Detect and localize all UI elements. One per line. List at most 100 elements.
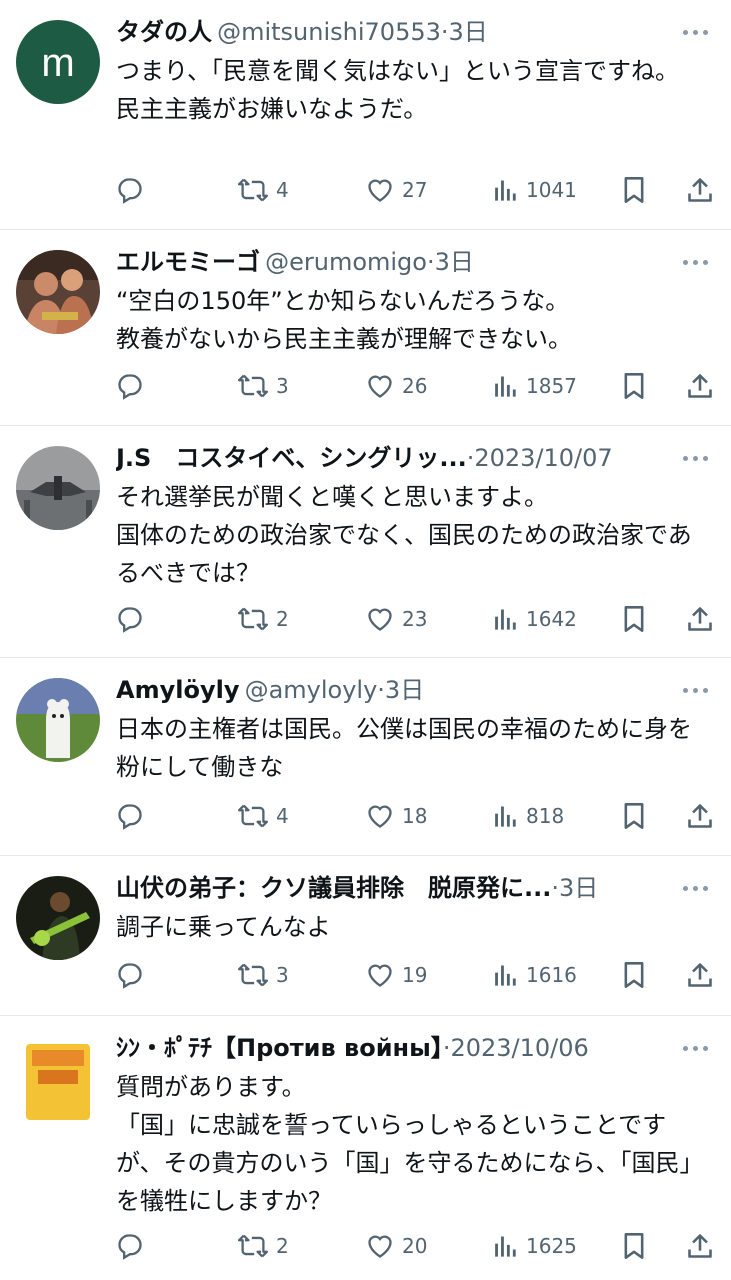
share-button[interactable] [686, 1226, 714, 1266]
reply-icon [118, 607, 142, 633]
display-name[interactable]: タダの人 [116, 18, 212, 46]
display-name[interactable]: Amylöyly [116, 676, 239, 704]
avatar[interactable] [16, 446, 100, 530]
share-button[interactable] [686, 366, 714, 406]
like-button[interactable]: 27 [366, 170, 427, 210]
action-bar: 2 23 1642 [116, 599, 713, 639]
like-button[interactable]: 20 [366, 1226, 427, 1266]
views-button[interactable]: 818 [494, 796, 564, 836]
bookmark-icon [624, 373, 644, 399]
reply-tweet[interactable]: 山伏の弟子：クソ議員排除 脱原発に...·3日 調子に乗ってんなよ 3 19 1… [0, 856, 731, 1016]
reply-icon [118, 963, 142, 989]
retweet-button[interactable]: 4 [238, 170, 289, 210]
views-button[interactable]: 1625 [494, 1226, 577, 1266]
avatar[interactable] [16, 1036, 100, 1120]
share-button[interactable] [686, 955, 714, 995]
share-icon [688, 374, 712, 398]
display-name[interactable]: エルモミーゴ [116, 248, 260, 276]
views-button[interactable]: 1642 [494, 599, 577, 639]
like-button[interactable]: 23 [366, 599, 427, 639]
reply-button[interactable] [116, 366, 144, 406]
retweet-button[interactable]: 2 [238, 1226, 289, 1266]
retweet-button[interactable]: 2 [238, 599, 289, 639]
avatar[interactable] [16, 678, 100, 762]
heart-icon [368, 1235, 392, 1258]
reply-icon [118, 1234, 142, 1260]
user-handle[interactable]: @mitsunishi70553 [217, 18, 441, 46]
share-button[interactable] [686, 796, 714, 836]
retweet-count: 4 [276, 178, 289, 202]
retweet-icon [238, 178, 268, 202]
user-handle[interactable]: @erumomigo [265, 248, 427, 276]
timestamp[interactable]: 3日 [449, 18, 488, 46]
user-handle[interactable]: @amyloyly [245, 676, 378, 704]
bookmark-button[interactable] [622, 599, 646, 639]
reply-tweet[interactable]: J.S コスタイベ、シングリッ...·2023/10/07 それ選挙民が聞くと嘆… [0, 426, 731, 658]
tweet-header: ｼﾝ・ﾎﾟﾃﾁ【Против войны】·2023/10/06 [116, 1032, 661, 1064]
reply-icon [118, 178, 142, 204]
tweet-header: エルモミーゴ @erumomigo·3日 [116, 246, 661, 278]
retweet-button[interactable]: 3 [238, 955, 289, 995]
heart-icon [368, 375, 392, 398]
view-count: 1857 [526, 374, 577, 398]
action-bar: 3 26 1857 [116, 366, 713, 406]
bookmark-button[interactable] [622, 955, 646, 995]
reply-button[interactable] [116, 796, 144, 836]
share-button[interactable] [686, 599, 714, 639]
bookmark-icon [624, 177, 644, 203]
retweet-icon [238, 804, 268, 828]
avatar[interactable] [16, 250, 100, 334]
more-options-icon[interactable] [681, 1032, 711, 1062]
timestamp[interactable]: 2023/10/06 [450, 1034, 588, 1062]
display-name[interactable]: J.S コスタイベ、シングリッ... [116, 444, 467, 472]
avatar[interactable]: m [16, 20, 100, 104]
retweet-count: 2 [276, 1234, 289, 1258]
display-name[interactable]: ｼﾝ・ﾎﾟﾃﾁ【Против войны】 [116, 1034, 443, 1062]
bookmark-icon [624, 606, 644, 632]
view-count: 1041 [526, 178, 577, 202]
reply-tweet[interactable]: エルモミーゴ @erumomigo·3日 “空白の150年”とか知らないんだろう… [0, 230, 731, 426]
reply-tweet[interactable]: m タダの人 @mitsunishi70553·3日 つまり、「民意を聞く気はな… [0, 0, 731, 230]
more-options-icon[interactable] [681, 674, 711, 704]
like-button[interactable]: 26 [366, 366, 427, 406]
reply-icon [118, 804, 142, 830]
timestamp[interactable]: 3日 [385, 676, 424, 704]
tweet-text: 日本の主権者は国民。公僕は国民の幸福のために身を粉にして働きな [116, 715, 692, 781]
reply-tweet[interactable]: ｼﾝ・ﾎﾟﾃﾁ【Против войны】·2023/10/06 質問があります… [0, 1016, 731, 1280]
analytics-icon [495, 376, 516, 397]
reply-button[interactable] [116, 955, 144, 995]
more-options-icon[interactable] [681, 442, 711, 472]
bookmark-button[interactable] [622, 366, 646, 406]
bookmark-button[interactable] [622, 796, 646, 836]
action-bar: 2 20 1625 [116, 1226, 713, 1266]
reply-tweet[interactable]: Amylöyly @amyloyly·3日 日本の主権者は国民。公僕は国民の幸福… [0, 658, 731, 856]
analytics-icon [495, 609, 516, 630]
reply-button[interactable] [116, 599, 144, 639]
avatar[interactable] [16, 876, 100, 960]
like-count: 19 [402, 963, 428, 987]
share-icon [688, 963, 712, 987]
timestamp[interactable]: 3日 [559, 874, 598, 902]
views-button[interactable]: 1041 [494, 170, 577, 210]
more-options-icon[interactable] [681, 246, 711, 276]
like-button[interactable]: 19 [366, 955, 427, 995]
display-name[interactable]: 山伏の弟子：クソ議員排除 脱原発に... [116, 874, 551, 902]
retweet-button[interactable]: 3 [238, 366, 289, 406]
reply-feed: m タダの人 @mitsunishi70553·3日 つまり、「民意を聞く気はな… [0, 0, 731, 1280]
share-icon [688, 1234, 712, 1258]
tweet-text: つまり、「民意を聞く気はない」という宣言ですね。 民主主義がお嫌いなようだ。 [116, 57, 680, 123]
bookmark-button[interactable] [622, 1226, 646, 1266]
bookmark-button[interactable] [622, 170, 646, 210]
timestamp[interactable]: 2023/10/07 [474, 444, 612, 472]
reply-button[interactable] [116, 170, 144, 210]
more-options-icon[interactable] [681, 872, 711, 902]
share-button[interactable] [686, 170, 714, 210]
views-button[interactable]: 1616 [494, 955, 577, 995]
timestamp[interactable]: 3日 [435, 248, 474, 276]
reply-button[interactable] [116, 1226, 144, 1266]
tweet-header: 山伏の弟子：クソ議員排除 脱原発に...·3日 [116, 872, 661, 904]
views-button[interactable]: 1857 [494, 366, 577, 406]
more-options-icon[interactable] [681, 16, 711, 46]
retweet-button[interactable]: 4 [238, 796, 289, 836]
like-button[interactable]: 18 [366, 796, 427, 836]
